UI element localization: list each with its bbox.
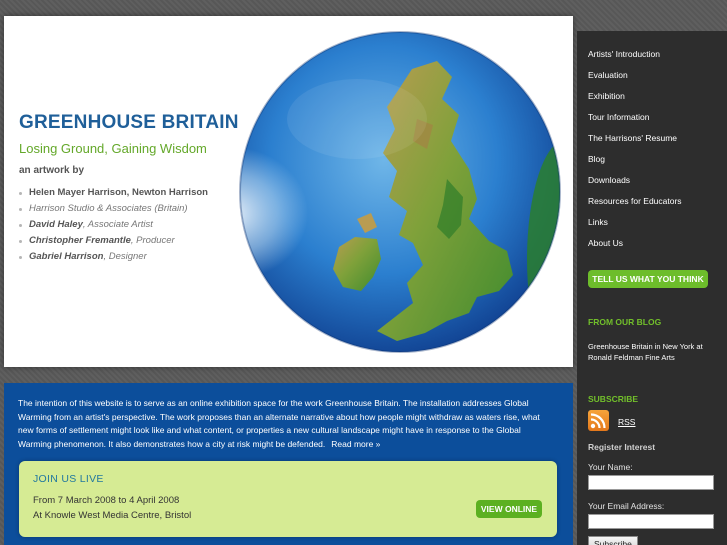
credit-item: David Haley, Associate Artist — [19, 217, 208, 233]
event-venue: At Knowle West Media Centre, Bristol — [33, 510, 192, 521]
artwork-byline: an artwork by — [19, 165, 85, 176]
credit-item: Helen Mayer Harrison, Newton Harrison — [19, 185, 208, 201]
nav-item-downloads[interactable]: Downloads — [577, 171, 682, 192]
tell-us-button[interactable]: TELL US WHAT YOU THINK — [588, 270, 708, 288]
credit-name: David Haley — [29, 219, 83, 230]
nav-item-artists-introduction[interactable]: Artists' Introduction — [577, 45, 682, 66]
hero-banner: GREENHOUSE BRITAIN Losing Ground, Gainin… — [4, 16, 573, 367]
email-input[interactable] — [588, 514, 714, 529]
nav-item-exhibition[interactable]: Exhibition — [577, 87, 682, 108]
credit-item: Christopher Fremantle, Producer — [19, 233, 208, 249]
join-live-title: JOIN US LIVE — [33, 473, 104, 485]
credit-artists: Helen Mayer Harrison, Newton Harrison — [29, 187, 208, 198]
nav-item-tour-information[interactable]: Tour Information — [577, 108, 682, 129]
credit-role: , Designer — [103, 251, 147, 262]
rss-icon[interactable] — [588, 410, 609, 431]
nav-item-about-us[interactable]: About Us — [577, 234, 682, 255]
nav-item-blog[interactable]: Blog — [577, 150, 682, 171]
credit-studio: Harrison Studio & Associates (Britain) — [19, 201, 208, 217]
view-online-button[interactable]: VIEW ONLINE — [476, 500, 542, 518]
name-input[interactable] — [588, 475, 714, 490]
globe-image — [237, 29, 563, 355]
subscribe-button[interactable]: Subscribe — [588, 536, 638, 545]
site-title: GREENHOUSE BRITAIN — [19, 112, 239, 133]
blog-post-link[interactable]: Greenhouse Britain in New York at Ronald… — [588, 341, 718, 363]
subscribe-heading: SUBSCRIBE — [588, 394, 639, 404]
nav-item-evaluation[interactable]: Evaluation — [577, 66, 682, 87]
credit-role: , Associate Artist — [82, 219, 153, 230]
read-more-link[interactable]: Read more » — [331, 439, 380, 449]
rss-link[interactable]: RSS — [618, 417, 635, 427]
globe-map-image — [239, 31, 561, 353]
email-label: Your Email Address: — [588, 501, 665, 511]
credits-list: Helen Mayer Harrison, Newton Harrison Ha… — [19, 185, 208, 265]
intro-text: The intention of this website is to serv… — [18, 398, 540, 449]
join-live-box: JOIN US LIVE From 7 March 2008 to 4 Apri… — [19, 461, 557, 537]
blog-heading: FROM OUR BLOG — [588, 317, 662, 327]
credit-item: Gabriel Harrison, Designer — [19, 249, 208, 265]
sidebar: Artists' Introduction Evaluation Exhibit… — [577, 31, 727, 545]
credit-role: , Producer — [130, 235, 175, 246]
credit-name: Gabriel Harrison — [29, 251, 104, 262]
name-label: Your Name: — [588, 462, 633, 472]
credit-name: Christopher Fremantle — [29, 235, 131, 246]
nav-item-links[interactable]: Links — [577, 213, 682, 234]
register-heading: Register Interest — [588, 442, 656, 452]
site-subtitle: Losing Ground, Gaining Wisdom — [19, 141, 207, 156]
nav-item-harrisons-resume[interactable]: The Harrisons' Resume — [577, 129, 682, 150]
intro-paragraph: The intention of this website is to serv… — [18, 397, 550, 451]
event-dates: From 7 March 2008 to 4 April 2008 — [33, 495, 180, 506]
nav-item-resources-for-educators[interactable]: Resources for Educators — [577, 192, 682, 213]
rss-glyph — [590, 413, 606, 429]
intro-panel: The intention of this website is to serv… — [4, 383, 573, 545]
sidebar-nav: Artists' Introduction Evaluation Exhibit… — [577, 45, 682, 255]
